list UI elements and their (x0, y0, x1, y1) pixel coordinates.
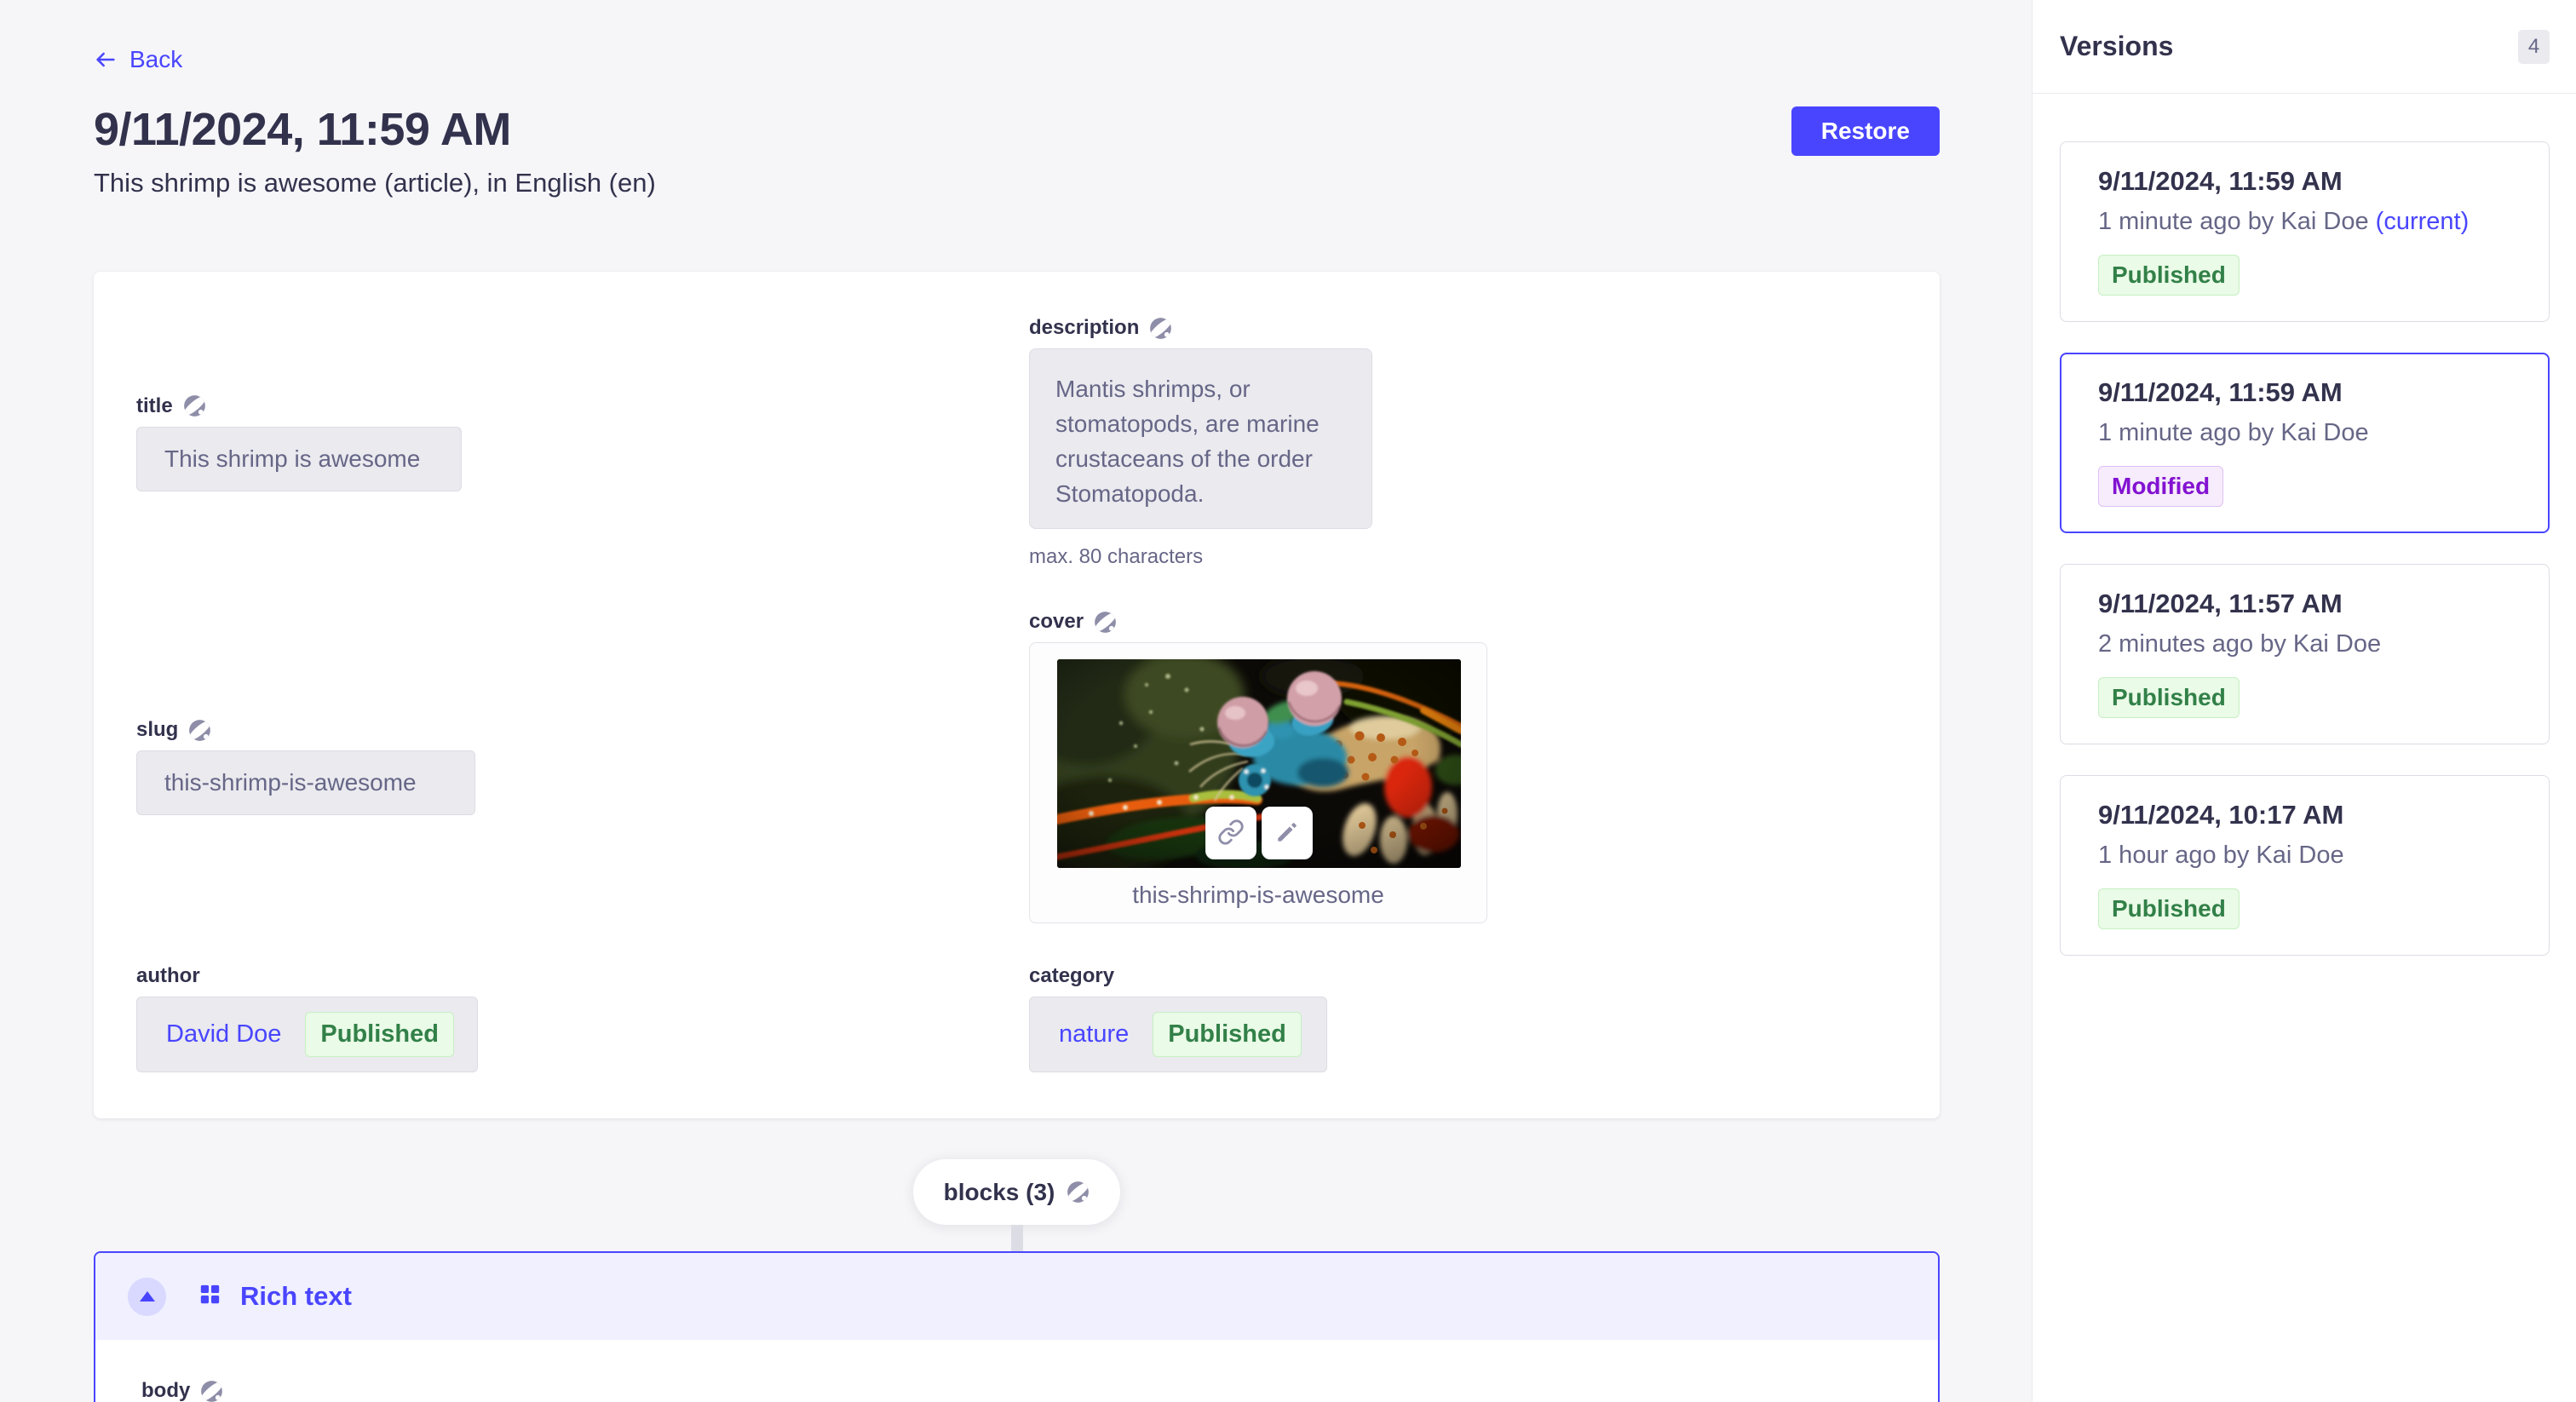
version-card-4[interactable]: 9/11/2024, 10:17 AM 1 hour ago by Kai Do… (2060, 775, 2550, 956)
versions-count-badge: 4 (2518, 30, 2550, 64)
page-subtitle: This shrimp is awesome (article), in Eng… (94, 168, 656, 198)
version-date: 9/11/2024, 10:17 AM (2098, 800, 2511, 830)
rich-text-block: Rich text body (94, 1251, 1940, 1402)
versions-panel: Versions 4 9/11/2024, 11:59 AM 1 minute … (2032, 0, 2576, 1402)
chevron-up-icon (140, 1291, 155, 1301)
category-field-label: category (1029, 964, 1114, 988)
form-grid: title description Mantis shrimps, or sto… (136, 316, 1897, 1072)
field-description: description Mantis shrimps, or stomatopo… (1029, 316, 1897, 569)
edit-image-button[interactable] (1262, 807, 1313, 859)
category-link[interactable]: nature (1059, 1020, 1129, 1049)
app-root: Back 9/11/2024, 11:59 AM This shrimp is … (0, 0, 2576, 1402)
field-author: author David Doe Published (136, 964, 1029, 1072)
version-status-badge: Published (2098, 255, 2240, 296)
rich-text-accordion-header[interactable]: Rich text (95, 1253, 1938, 1340)
rich-text-block-label: Rich text (240, 1281, 352, 1312)
blocks-zone: blocks (3) (94, 1159, 1940, 1251)
body-field-label: body (141, 1379, 190, 1402)
back-label: Back (129, 46, 182, 73)
author-link[interactable]: David Doe (166, 1020, 281, 1049)
field-category: category nature Published (1029, 964, 1897, 1072)
version-status-badge: Published (2098, 888, 2240, 929)
description-hint: max. 80 characters (1029, 545, 1897, 569)
version-card-3[interactable]: 9/11/2024, 11:57 AM 2 minutes ago by Kai… (2060, 564, 2550, 744)
blocks-field-chip: blocks (3) (913, 1159, 1121, 1225)
version-date: 9/11/2024, 11:59 AM (2098, 166, 2511, 197)
version-card-2-selected[interactable]: 9/11/2024, 11:59 AM 1 minute ago by Kai … (2060, 353, 2550, 533)
author-status-badge: Published (305, 1012, 454, 1057)
category-status-badge: Published (1153, 1012, 1302, 1057)
globe-icon (183, 394, 206, 417)
arrow-left-icon (94, 48, 118, 72)
version-card-1[interactable]: 9/11/2024, 11:59 AM 1 minute ago by Kai … (2060, 141, 2550, 322)
collapse-toggle-button[interactable] (128, 1278, 166, 1316)
copy-link-button[interactable] (1205, 807, 1256, 859)
page-title: 9/11/2024, 11:59 AM (94, 103, 656, 156)
cover-actions (1205, 807, 1313, 859)
version-meta: 1 hour ago by Kai Doe (2098, 842, 2511, 870)
pencil-icon (1274, 819, 1301, 848)
version-meta: 1 minute ago by Kai Doe (current) (2098, 208, 2511, 236)
page-header: 9/11/2024, 11:59 AM This shrimp is aweso… (94, 103, 1940, 198)
versions-title: Versions (2060, 31, 2173, 62)
restore-button[interactable]: Restore (1791, 106, 1940, 156)
cover-image (1057, 659, 1461, 868)
version-status-badge: Published (2098, 677, 2240, 718)
blocks-connector (1011, 1225, 1023, 1251)
slug-field-label: slug (136, 718, 178, 742)
description-field-label: description (1029, 316, 1139, 340)
version-status-badge: Modified (2098, 466, 2223, 507)
rich-text-block-body: body (95, 1340, 1938, 1402)
slug-input (136, 750, 475, 815)
globe-icon (1094, 611, 1117, 634)
version-fields-card: title description Mantis shrimps, or sto… (94, 272, 1940, 1118)
category-relation: nature Published (1029, 997, 1327, 1072)
field-title: title (136, 394, 1029, 491)
link-icon (1217, 819, 1245, 848)
blocks-grid-icon (198, 1283, 221, 1310)
cover-field-label: cover (1029, 610, 1084, 634)
globe-icon (200, 1380, 223, 1402)
cover-card: this-shrimp-is-awesome (1029, 642, 1487, 923)
globe-icon (188, 719, 211, 742)
back-link[interactable]: Back (94, 46, 182, 73)
version-date: 9/11/2024, 11:59 AM (2098, 377, 2511, 408)
author-relation: David Doe Published (136, 997, 478, 1072)
versions-list: 9/11/2024, 11:59 AM 1 minute ago by Kai … (2033, 94, 2576, 956)
title-input (136, 427, 462, 491)
field-cover: cover (1029, 610, 1897, 923)
description-textarea: Mantis shrimps, or stomatopods, are mari… (1029, 348, 1372, 529)
version-meta: 2 minutes ago by Kai Doe (2098, 630, 2511, 658)
current-version-tag: (current) (2376, 208, 2470, 235)
cover-filename: this-shrimp-is-awesome (1057, 882, 1459, 909)
author-field-label: author (136, 964, 200, 988)
version-date: 9/11/2024, 11:57 AM (2098, 589, 2511, 619)
globe-icon (1149, 317, 1172, 340)
versions-header: Versions 4 (2033, 0, 2576, 94)
globe-icon (1067, 1181, 1090, 1204)
field-slug: slug (136, 718, 1029, 815)
version-meta: 1 minute ago by Kai Doe (2098, 419, 2511, 447)
page-header-text: 9/11/2024, 11:59 AM This shrimp is aweso… (94, 103, 656, 198)
main-content: Back 9/11/2024, 11:59 AM This shrimp is … (0, 0, 2032, 1402)
title-field-label: title (136, 394, 173, 418)
blocks-field-label: blocks (3) (944, 1179, 1055, 1206)
